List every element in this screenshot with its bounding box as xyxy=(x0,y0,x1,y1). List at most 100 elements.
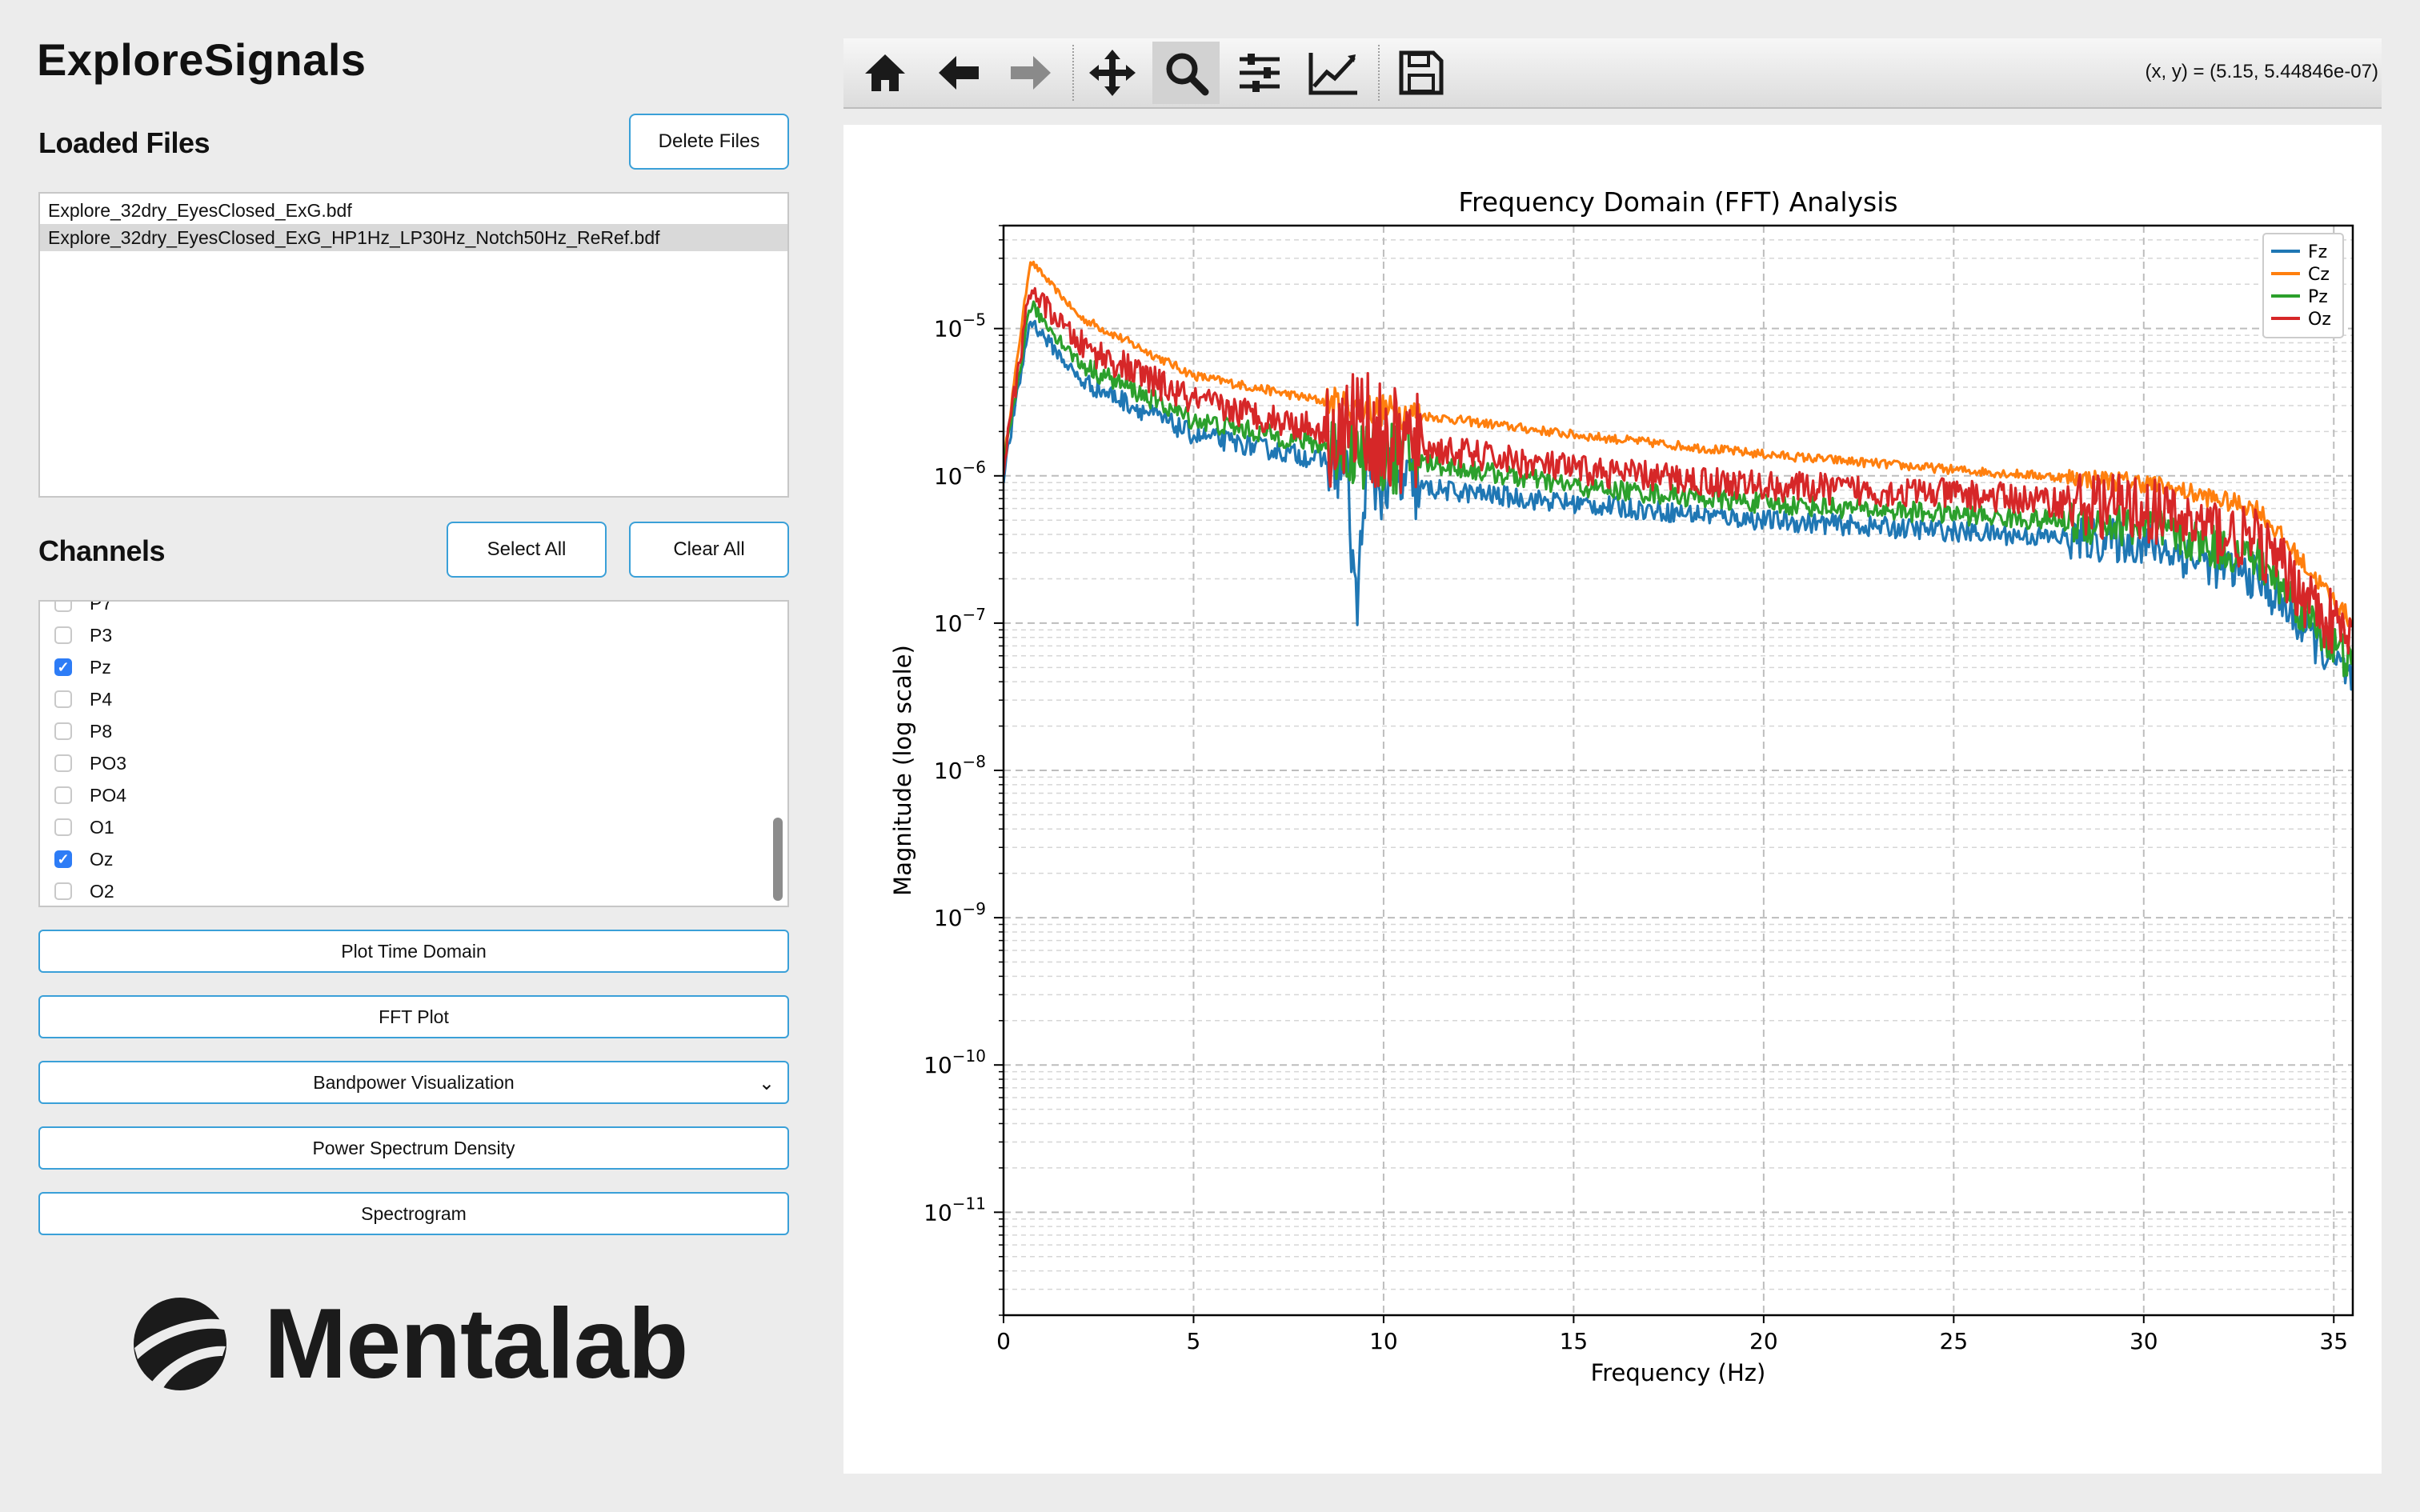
delete-files-button[interactable]: Delete Files xyxy=(629,114,789,170)
channel-item[interactable]: ✓ O1 xyxy=(40,811,787,843)
file-list-item-selected[interactable]: Explore_32dry_EyesClosed_ExG_HP1Hz_LP30H… xyxy=(40,224,787,251)
bandpower-visualization-dropdown[interactable]: Bandpower Visualization ⌄ xyxy=(38,1061,789,1104)
y-tick-label: 10−8 xyxy=(934,752,986,784)
plot-toolbar: (x, y) = (5.15, 5.44846e-07) xyxy=(843,38,2382,109)
select-all-button[interactable]: Select All xyxy=(447,522,607,578)
channel-item[interactable]: ✓ PO4 xyxy=(40,779,787,811)
x-axis-label: Frequency (Hz) xyxy=(1591,1359,1766,1386)
toolbar-separator xyxy=(1072,45,1074,101)
mentalab-logo-mark-icon xyxy=(134,1298,227,1390)
plot-time-domain-button[interactable]: Plot Time Domain xyxy=(38,930,789,973)
edit-axis-icon xyxy=(1308,53,1357,95)
channel-label: O1 xyxy=(90,816,114,838)
channel-label: P7 xyxy=(90,600,113,614)
channel-label: P4 xyxy=(90,688,113,710)
channel-label: O2 xyxy=(90,880,114,902)
channel-checkbox[interactable]: ✓ xyxy=(54,786,72,804)
y-tick-label: 10−6 xyxy=(934,458,986,490)
channels-heading: Channels xyxy=(38,534,166,567)
plot-canvas[interactable]: 0 5 10 15 20 25 30 35 10−5 10−6 10−7 10−8 10−9 10−10 1… xyxy=(843,125,2382,1474)
chevron-down-icon: ⌄ xyxy=(758,1073,775,1094)
y-axis-label: Magnitude (log scale) xyxy=(889,645,916,896)
zoom-magnifier-icon xyxy=(1166,53,1209,96)
power-spectrum-density-button[interactable]: Power Spectrum Density xyxy=(38,1126,789,1170)
channel-checkbox[interactable]: ✓ xyxy=(54,850,72,868)
channel-checkbox[interactable]: ✓ xyxy=(54,882,72,900)
y-tick-label: 10−10 xyxy=(924,1046,986,1078)
channel-checkbox[interactable]: ✓ xyxy=(54,818,72,836)
clear-all-button[interactable]: Clear All xyxy=(629,522,789,578)
forward-arrow-icon xyxy=(1011,56,1051,90)
save-button[interactable] xyxy=(1388,42,1455,104)
channel-label: P3 xyxy=(90,624,113,646)
checkmark-icon: ✓ xyxy=(57,659,70,675)
channel-item[interactable]: ✓ P7 xyxy=(40,600,787,619)
legend-label-oz: Oz xyxy=(2308,310,2331,330)
mentalab-logo: Mentalab xyxy=(128,1292,704,1396)
home-button[interactable] xyxy=(851,42,919,104)
loaded-files-heading: Loaded Files xyxy=(38,126,210,159)
toolbar-separator xyxy=(1378,45,1380,101)
spectrogram-button[interactable]: Spectrogram xyxy=(38,1192,789,1235)
pan-button[interactable] xyxy=(1079,42,1146,104)
x-tick-label: 10 xyxy=(1369,1328,1398,1354)
chart-title: Frequency Domain (FFT) Analysis xyxy=(1458,186,1897,218)
series-line-cz xyxy=(1004,260,2353,627)
channel-checkbox[interactable]: ✓ xyxy=(54,626,72,644)
x-tick-label: 15 xyxy=(1560,1328,1589,1354)
y-tick-label: 10−9 xyxy=(934,899,986,931)
channel-item[interactable]: ✓ O2 xyxy=(40,875,787,906)
channel-checkbox[interactable]: ✓ xyxy=(54,602,72,612)
x-tick-label: 30 xyxy=(2130,1328,2158,1354)
checkmark-icon: ✓ xyxy=(57,851,70,867)
channel-checkbox[interactable]: ✓ xyxy=(54,754,72,772)
channel-item[interactable]: ✓ P4 xyxy=(40,683,787,715)
back-arrow-icon xyxy=(939,56,979,90)
save-icon xyxy=(1399,50,1444,95)
channel-item[interactable]: ✓ Oz xyxy=(40,843,787,875)
legend-label-fz: Fz xyxy=(2308,242,2327,262)
forward-button[interactable] xyxy=(997,42,1064,104)
channel-label: Pz xyxy=(90,656,111,678)
cursor-coordinates: (x, y) = (5.15, 5.44846e-07) xyxy=(2145,61,2379,82)
y-tick-label: 10−11 xyxy=(924,1194,986,1226)
back-button[interactable] xyxy=(925,42,992,104)
configure-subplots-icon xyxy=(1240,54,1280,92)
channel-item[interactable]: ✓ P8 xyxy=(40,715,787,747)
channel-checkbox[interactable]: ✓ xyxy=(54,722,72,740)
app-title: ExploreSignals xyxy=(37,34,367,85)
file-list-item[interactable]: Explore_32dry_EyesClosed_ExG.bdf xyxy=(40,197,787,224)
x-tick-label: 0 xyxy=(996,1328,1011,1354)
home-icon xyxy=(865,54,905,91)
channel-list-scrollbar[interactable] xyxy=(773,818,783,901)
x-tick-label: 25 xyxy=(1940,1328,1969,1354)
legend-label-pz: Pz xyxy=(2308,287,2328,307)
channel-label: P8 xyxy=(90,720,113,742)
file-list[interactable]: Explore_32dry_EyesClosed_ExG.bdf Explore… xyxy=(38,192,789,498)
channel-item[interactable]: ✓ Pz xyxy=(40,651,787,683)
x-tick-label: 20 xyxy=(1749,1328,1778,1354)
pan-move-icon xyxy=(1089,50,1136,96)
channel-checkbox[interactable]: ✓ xyxy=(54,690,72,708)
configure-subplots-button[interactable] xyxy=(1226,42,1293,104)
x-tick-label: 35 xyxy=(2319,1328,2348,1354)
channel-item[interactable]: ✓ PO3 xyxy=(40,747,787,779)
channel-item[interactable]: ✓ P3 xyxy=(40,619,787,651)
y-tick-label: 10−5 xyxy=(934,310,986,342)
legend-label-cz: Cz xyxy=(2308,265,2330,285)
legend-frame xyxy=(2262,233,2344,338)
fft-plot-button[interactable]: FFT Plot xyxy=(38,995,789,1038)
y-tick-label: 10−7 xyxy=(934,605,986,637)
edit-axis-button[interactable] xyxy=(1300,42,1367,104)
fft-chart[interactable]: 0 5 10 15 20 25 30 35 10−5 10−6 10−7 10−8 10−9 10−10 1… xyxy=(843,125,2382,1474)
mentalab-logo-text: Mentalab xyxy=(264,1289,688,1399)
channel-label: PO4 xyxy=(90,784,127,806)
x-tick-label: 5 xyxy=(1187,1328,1201,1354)
legend: Fz CzPz Oz xyxy=(2262,233,2344,338)
bandpower-visualization-label: Bandpower Visualization xyxy=(313,1071,515,1093)
channel-checkbox[interactable]: ✓ xyxy=(54,658,72,676)
channel-label: Oz xyxy=(90,848,114,870)
zoom-button[interactable] xyxy=(1152,42,1220,104)
channel-list[interactable]: ✓ P7 ✓ P3 ✓ Pz ✓ P4 ✓ P8 ✓ PO3 ✓ PO4 ✓ O1 ✓ Oz ✓ O2 xyxy=(38,600,789,907)
channel-label: PO3 xyxy=(90,752,127,774)
